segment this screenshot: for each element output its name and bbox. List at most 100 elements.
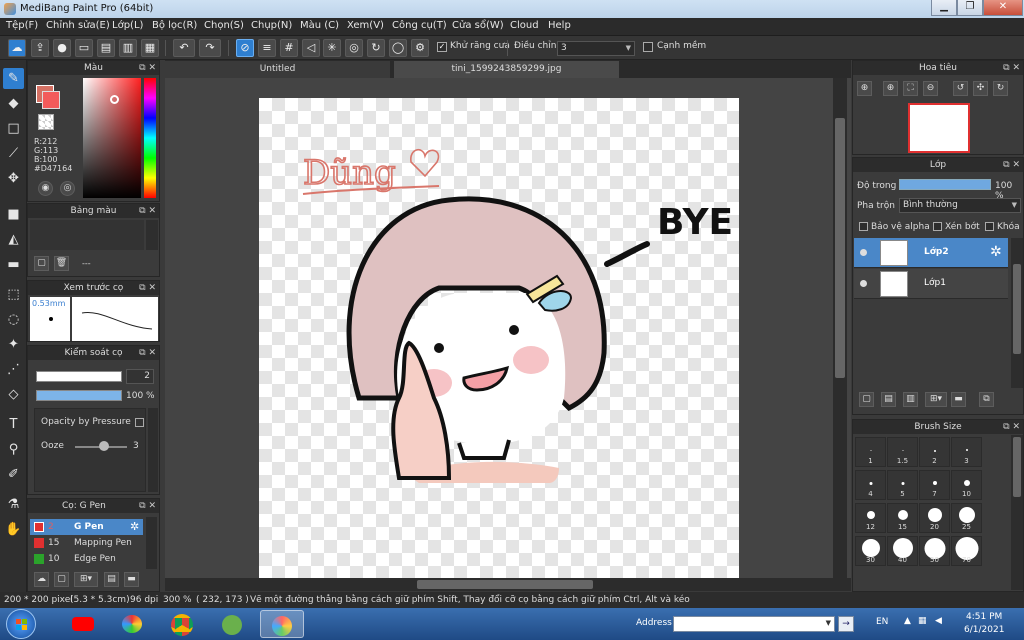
- brush-control-scrollbar[interactable]: [148, 408, 158, 492]
- volume-icon[interactable]: ◀: [935, 616, 942, 626]
- taskbar-app[interactable]: [210, 610, 254, 638]
- folder-icon[interactable]: ▬: [124, 572, 139, 587]
- rotate-right-icon[interactable]: ↻: [993, 81, 1008, 96]
- language-indicator[interactable]: EN: [876, 617, 888, 627]
- magic-wand-icon[interactable]: ✦: [3, 334, 24, 355]
- document-icon[interactable]: ▤: [97, 39, 115, 57]
- opacity-pressure-checkbox[interactable]: [135, 418, 144, 427]
- maximize-button[interactable]: ❐: [957, 0, 983, 16]
- layer-opacity-slider[interactable]: [899, 179, 991, 190]
- rectangle-select-icon[interactable]: □: [3, 118, 24, 139]
- gradient-tool-icon[interactable]: ▬: [3, 254, 24, 275]
- new-layer-icon[interactable]: ▢: [859, 392, 874, 407]
- hand-tool-icon[interactable]: ✋: [3, 519, 24, 540]
- menu-tools[interactable]: Công cụ(T): [392, 20, 447, 31]
- eyedropper-tool-icon[interactable]: ⚗: [3, 494, 24, 515]
- start-button[interactable]: [6, 609, 36, 639]
- brush-size-scrollbar[interactable]: [1011, 435, 1023, 590]
- folder-icon[interactable]: ▬: [951, 392, 966, 407]
- panel-close-icon[interactable]: ⧉ ✕: [1003, 420, 1020, 434]
- minimize-button[interactable]: ▁: [931, 0, 957, 16]
- fit-icon[interactable]: ⛶: [903, 81, 918, 96]
- brush-size-cell[interactable]: 25: [951, 503, 982, 533]
- taskbar-app-medibang[interactable]: [260, 610, 304, 638]
- add-layer-icon[interactable]: ⊞▾: [925, 392, 947, 407]
- concentric-snap-icon[interactable]: ◎: [345, 39, 363, 57]
- brush-size-cell[interactable]: 7: [919, 470, 950, 500]
- menu-filter[interactable]: Bộ lọc(R): [152, 20, 197, 31]
- rotate-left-icon[interactable]: ↺: [953, 81, 968, 96]
- operation-tool-icon[interactable]: ✐: [3, 464, 24, 485]
- comment-icon[interactable]: ●: [53, 39, 71, 57]
- brush-opacity-slider[interactable]: [36, 390, 122, 401]
- gear-icon[interactable]: ✲: [990, 244, 1002, 260]
- panel-close-icon[interactable]: ⧉ ✕: [139, 346, 156, 360]
- brush-size-cell[interactable]: 10: [951, 470, 982, 500]
- layer-scrollbar[interactable]: [1011, 238, 1023, 388]
- curve-snap-icon[interactable]: ↻: [367, 39, 385, 57]
- menu-color[interactable]: Màu (C): [300, 20, 339, 31]
- canvas-vertical-scrollbar[interactable]: [833, 78, 847, 578]
- snap-off-icon[interactable]: ⊘: [236, 39, 254, 57]
- layer-row[interactable]: Lớp2 ✲: [854, 238, 1008, 268]
- taskbar-app[interactable]: [110, 610, 154, 638]
- brush-tool-icon[interactable]: ✎: [3, 68, 24, 89]
- menu-edit[interactable]: Chỉnh sửa(E): [46, 20, 110, 31]
- taskbar-app[interactable]: [160, 610, 204, 638]
- divide-tool-icon[interactable]: ⚲: [3, 439, 24, 460]
- lasso-tool-icon[interactable]: ◌: [3, 309, 24, 330]
- brush-size-scroll-thumb[interactable]: [1013, 437, 1021, 497]
- panel-close-icon[interactable]: ⧉ ✕: [139, 204, 156, 218]
- cloud-icon[interactable]: ☁: [8, 39, 26, 57]
- blend-mode-dropdown[interactable]: Bình thường ▼: [899, 198, 1021, 213]
- go-arrow-icon[interactable]: →: [838, 616, 854, 632]
- new-brush-icon[interactable]: ▢: [54, 572, 69, 587]
- canvas-horizontal-scrollbar[interactable]: [165, 578, 851, 591]
- zoom-in-icon[interactable]: ⊕: [883, 81, 898, 96]
- brush-size-cell[interactable]: 1: [855, 437, 886, 467]
- zoom-in-icon[interactable]: ⊕: [857, 81, 872, 96]
- hue-slider[interactable]: [144, 78, 156, 198]
- select-eraser-icon[interactable]: ◇: [3, 384, 24, 405]
- brush-list-scrollbar[interactable]: [146, 517, 157, 569]
- clipping-checkbox[interactable]: [933, 222, 942, 231]
- artboard[interactable]: Dũng BYE: [259, 98, 739, 578]
- add-brush-icon[interactable]: ⊞▾: [74, 572, 98, 587]
- text-tool-icon[interactable]: T: [3, 414, 24, 435]
- lock-checkbox[interactable]: [985, 222, 994, 231]
- taskbar-app[interactable]: [60, 610, 104, 638]
- chat-icon[interactable]: ▭: [75, 39, 93, 57]
- antialias-checkbox[interactable]: ✓: [437, 42, 447, 52]
- eraser-tool-icon[interactable]: ◆: [3, 93, 24, 114]
- protect-alpha-checkbox[interactable]: [859, 222, 868, 231]
- select-tool-icon[interactable]: ⬚: [3, 284, 24, 305]
- palette-scrollbar[interactable]: [146, 220, 158, 250]
- brush-size-cell[interactable]: 2: [919, 437, 950, 467]
- parallel-snap-icon[interactable]: ≡: [258, 39, 276, 57]
- fullscreen-icon[interactable]: ✣: [973, 81, 988, 96]
- soft-edge-checkbox[interactable]: [643, 42, 653, 52]
- brush-size-value[interactable]: 2: [126, 369, 154, 384]
- cloud-brush-icon[interactable]: ☁: [34, 572, 49, 587]
- brush-size-cell[interactable]: 30: [855, 536, 886, 566]
- move-tool-icon[interactable]: ✥: [3, 168, 24, 189]
- transparent-swatch[interactable]: [38, 114, 54, 130]
- perspective-snap-icon[interactable]: ◁: [302, 39, 320, 57]
- tab-image[interactable]: tini_1599243859299.jpg: [394, 61, 619, 78]
- tab-untitled[interactable]: Untitled: [165, 61, 390, 78]
- menu-select[interactable]: Chọn(S): [204, 20, 244, 31]
- brush-size-cell[interactable]: 50: [919, 536, 950, 566]
- horizontal-scroll-thumb[interactable]: [417, 580, 593, 589]
- grid-icon[interactable]: ▦: [141, 39, 159, 57]
- redo-icon[interactable]: ↷: [199, 39, 221, 57]
- menu-layer[interactable]: Lớp(L): [112, 20, 143, 31]
- brush-size-cell[interactable]: 4: [855, 470, 886, 500]
- background-color-swatch[interactable]: [42, 91, 60, 109]
- circle-snap-icon[interactable]: ◯: [389, 39, 407, 57]
- eye-icon[interactable]: [860, 249, 867, 256]
- brush-size-cell[interactable]: 3: [951, 437, 982, 467]
- menu-file[interactable]: Tệp(F): [6, 20, 38, 31]
- brush-size-slider[interactable]: [36, 371, 122, 382]
- new-halftone-layer-icon[interactable]: ▤: [881, 392, 896, 407]
- color-mix-icon[interactable]: ◎: [60, 181, 75, 196]
